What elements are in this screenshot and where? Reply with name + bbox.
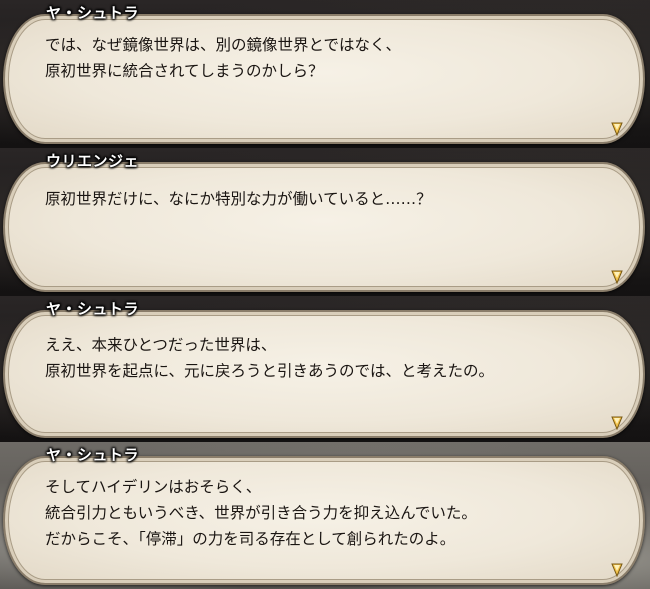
advance-cursor-icon[interactable] — [611, 121, 623, 136]
dialogue-line: 原初世界に統合されてしまうのかしら？ — [45, 62, 324, 80]
dialogue-line: 統合引力ともいうべき、世界が引き合う力を抑え込んでいた。 — [45, 504, 477, 522]
dialogue-panel-3: ヤ・シュトラ ええ、本来ひとつだった世界は、 原初世界を起点に、元に戻ろうと引き… — [0, 296, 650, 442]
dialogue-text: 原初世界だけに、なにか特別な力が働いていると……？ — [45, 186, 432, 212]
dialogue-box[interactable] — [3, 162, 645, 292]
dialogue-line: 原初世界を起点に、元に戻ろうと引きあうのでは、と考えたの。 — [45, 362, 495, 380]
speaker-name: ヤ・シュトラ — [46, 446, 140, 464]
dialogue-panel-4: ヤ・シュトラ そしてハイデリンはおそらく、 統合引力ともいうべき、世界が引き合う… — [0, 442, 650, 589]
dialogue-panel-1: ヤ・シュトラ では、なぜ鏡像世界は、別の鏡像世界とではなく、 原初世界に統合され… — [0, 0, 650, 148]
dialogue-text: ええ、本来ひとつだった世界は、 原初世界を起点に、元に戻ろうと引きあうのでは、と… — [45, 332, 494, 384]
dialogue-text: では、なぜ鏡像世界は、別の鏡像世界とではなく、 原初世界に統合されてしまうのかし… — [45, 32, 401, 84]
advance-cursor-icon[interactable] — [611, 562, 623, 577]
dialogue-line: そしてハイデリンはおそらく、 — [45, 478, 262, 496]
dialogue-panel-2: ウリエンジェ 原初世界だけに、なにか特別な力が働いていると……？ — [0, 148, 650, 296]
dialogue-line: だからこそ、「停滞」の力を司る存在として創られたのよ。 — [45, 530, 456, 548]
dialogue-line: ええ、本来ひとつだった世界は、 — [45, 336, 277, 354]
dialogue-line: では、なぜ鏡像世界は、別の鏡像世界とではなく、 — [45, 36, 402, 54]
advance-cursor-icon[interactable] — [611, 415, 623, 430]
dialogue-text: そしてハイデリンはおそらく、 統合引力ともいうべき、世界が引き合う力を抑え込んで… — [45, 474, 477, 552]
speaker-name: ウリエンジェ — [46, 152, 140, 170]
speaker-name: ヤ・シュトラ — [46, 4, 140, 22]
dialogue-line: 原初世界だけに、なにか特別な力が働いていると……？ — [45, 190, 432, 208]
speaker-name: ヤ・シュトラ — [46, 300, 140, 318]
advance-cursor-icon[interactable] — [611, 269, 623, 284]
